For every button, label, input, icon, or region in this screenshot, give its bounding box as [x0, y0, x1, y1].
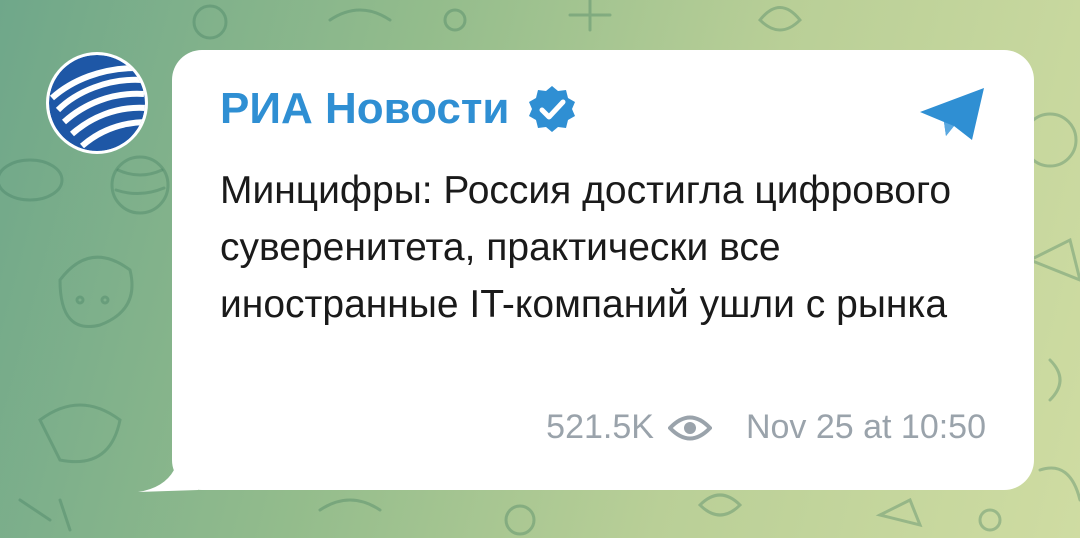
verified-badge-icon [529, 86, 576, 132]
view-count: 521.5K [546, 408, 654, 446]
message-meta: 521.5K Nov 25 at 10:50 [546, 408, 986, 447]
channel-header: РИА Новости [220, 84, 577, 134]
message-timestamp: Nov 25 at 10:50 [745, 408, 986, 446]
eye-icon [667, 415, 712, 440]
message-bubble[interactable]: РИА Новости Минцифры: Россия достигла ци… [172, 50, 1034, 490]
channel-name[interactable]: РИА Новости [220, 84, 509, 134]
message-text: Минцифры: Россия достигла цифрового суве… [220, 169, 952, 326]
ria-logo-icon [47, 53, 147, 153]
telegram-share-icon[interactable] [918, 84, 988, 144]
channel-avatar[interactable] [46, 52, 148, 154]
